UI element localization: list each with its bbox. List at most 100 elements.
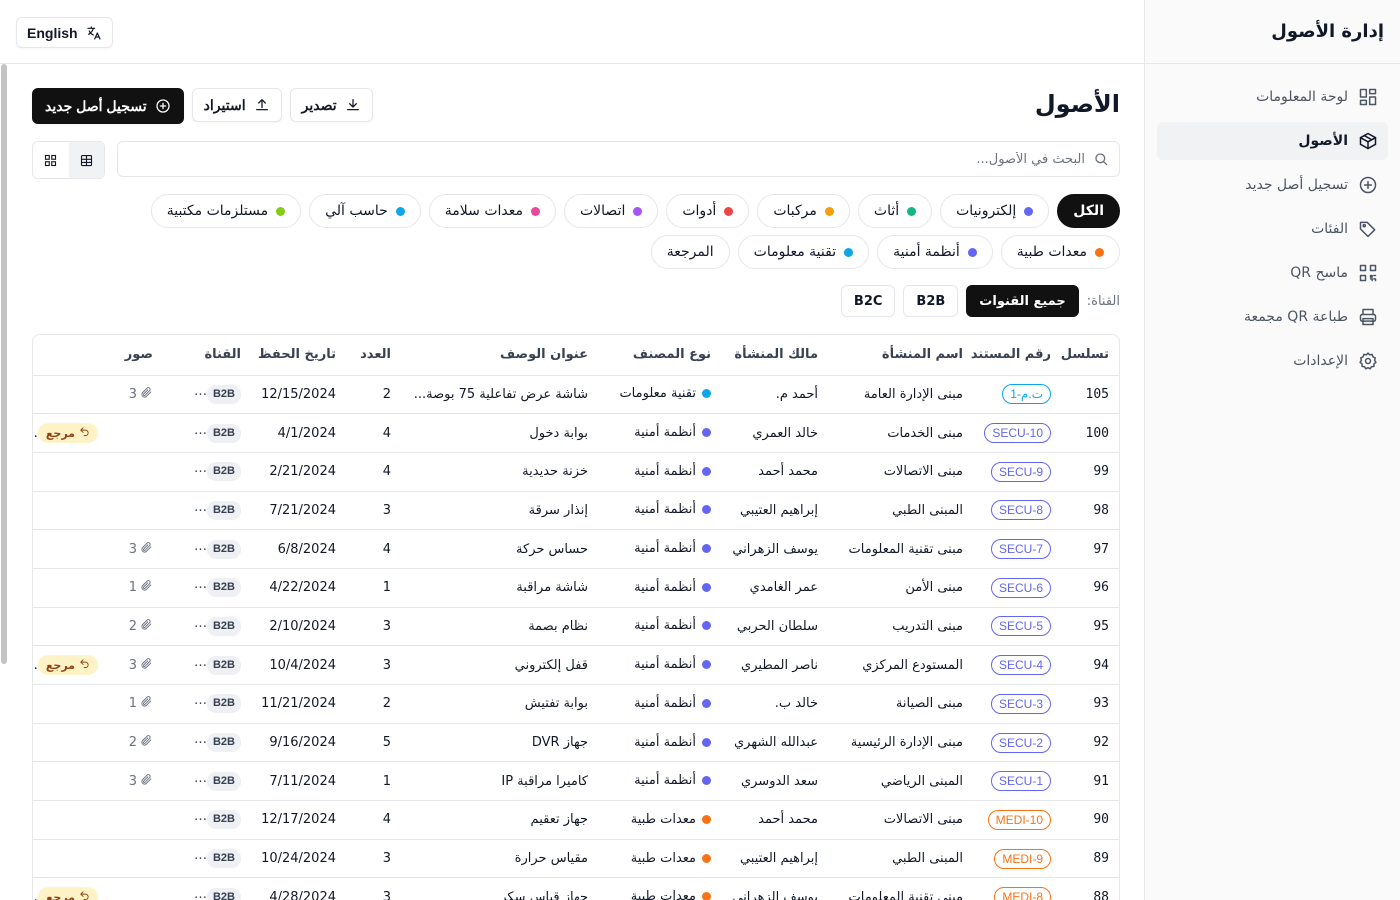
column-header[interactable]: عنوان الوصف: [401, 335, 598, 376]
table-row[interactable]: 89 MEDI-9 المبنى الطبي إبراهيم العتيبي معدات…: [33, 839, 1119, 879]
category-chip[interactable]: معدات سلامة: [428, 194, 556, 228]
document-number-badge[interactable]: SECU-10: [984, 423, 1051, 444]
sidebar-item-categories[interactable]: الفئات: [1157, 210, 1388, 248]
category-cell: أنظمة أمنية: [598, 684, 721, 724]
document-number-badge[interactable]: MEDI-8: [994, 887, 1051, 900]
category-chip[interactable]: أنظمة أمنية: [877, 235, 993, 269]
category-chip[interactable]: مستلزمات مكتبية: [150, 194, 302, 228]
column-header[interactable]: مالك المنشأة: [721, 335, 828, 376]
photos-count[interactable]: 3: [129, 773, 153, 790]
facility-name: مبنى تقنية المعلومات: [848, 889, 963, 900]
serial-number: 92: [1093, 735, 1109, 751]
column-header[interactable]: القناة: [163, 335, 251, 376]
photos-count[interactable]: 3: [129, 657, 153, 674]
category-name: أنظمة أمنية: [634, 773, 696, 789]
sidebar-item-bulk-qr[interactable]: طباعة QR مجمعة: [1157, 298, 1388, 336]
quantity: 4: [382, 425, 391, 441]
table-row[interactable]: 97 SECU-7 مبنى تقنية المعلومات يوسف الزهران…: [33, 529, 1119, 569]
category-chip[interactable]: حاسب آلي: [309, 194, 421, 228]
description-title: جهاز قياس سكر: [500, 889, 588, 900]
search-field[interactable]: [117, 141, 1120, 177]
table-row[interactable]: 95 SECU-5 مبنى التدريب سلطان الحربي أنظمة أم…: [33, 607, 1119, 647]
category-name: أنظمة أمنية: [634, 734, 696, 750]
column-header[interactable]: صور: [108, 335, 163, 376]
table-row[interactable]: 92 SECU-2 مبنى الإدارة الرئيسية عبدالله الش…: [33, 723, 1119, 763]
table-row[interactable]: 93 SECU-3 مبنى الصيانة خالد ب. أنظمة أمنية بو…: [33, 684, 1119, 724]
document-number-badge[interactable]: ت.م-1: [1002, 384, 1051, 405]
category-cell: معدات طبية: [598, 839, 721, 879]
search-input[interactable]: [185, 151, 1085, 167]
document-number-badge[interactable]: SECU-4: [990, 655, 1051, 676]
photos-number: 3: [128, 657, 137, 673]
document-number-badge[interactable]: SECU-8: [990, 500, 1051, 521]
table-row[interactable]: 88 MEDI-8 مبنى تقنية المعلومات يوسف الزهران…: [33, 877, 1119, 900]
register-asset-button[interactable]: تسجيل أصل جديد: [32, 88, 184, 124]
table-row[interactable]: 98 SECU-8 المبنى الطبي إبراهيم العتيبي أنظمة…: [33, 491, 1119, 531]
channel-option-b2b[interactable]: B2B: [903, 285, 959, 317]
photos-number: 3: [128, 386, 137, 402]
column-header[interactable]: العدد: [346, 335, 401, 376]
category-chip[interactable]: الكل: [1057, 194, 1120, 228]
document-number-badge[interactable]: MEDI-9: [994, 848, 1051, 869]
document-number-badge[interactable]: MEDI-10: [987, 809, 1051, 830]
table-row[interactable]: 94 SECU-4 المستودع المركزي ناصر المطيري أنظم…: [33, 645, 1119, 685]
category-chip[interactable]: اتصالات: [564, 194, 659, 228]
column-header[interactable]: تسلسل: [1061, 335, 1119, 376]
document-number-badge[interactable]: SECU-5: [990, 616, 1051, 637]
channel-option-all[interactable]: جميع القنوات: [966, 285, 1079, 317]
table-row[interactable]: 99 SECU-9 مبنى الاتصالات محمد أحمد أنظمة أمن…: [33, 452, 1119, 492]
table-view-button[interactable]: [68, 142, 104, 178]
table-row[interactable]: 91 SECU-1 المبنى الرياضي سعد الدوسري أنظمة أ…: [33, 761, 1119, 802]
channel-cell: B2BB2C: [163, 761, 251, 802]
sidebar-item-dashboard[interactable]: لوحة المعلومات: [1157, 78, 1388, 116]
column-header[interactable]: [33, 335, 108, 376]
save-date: 2/10/2024: [269, 618, 336, 634]
document-number-badge[interactable]: SECU-1: [990, 771, 1051, 792]
import-button[interactable]: استيراد: [191, 88, 282, 122]
table-row[interactable]: 90 MEDI-10 مبنى الاتصالات محمد أحمد معدات طب…: [33, 800, 1119, 840]
category-chip[interactable]: تقنية معلومات: [737, 235, 870, 269]
category-chip[interactable]: أثاث: [857, 194, 933, 228]
scrollbar[interactable]: [0, 64, 8, 664]
column-header[interactable]: نوع المصنف: [598, 335, 721, 376]
column-header[interactable]: رقم المستند: [971, 335, 1061, 376]
document-number-badge[interactable]: SECU-3: [990, 693, 1051, 714]
category-chip[interactable]: معدات طبية: [1000, 235, 1120, 269]
save-date: 9/16/2024: [269, 735, 336, 751]
category-chip[interactable]: المرجعة: [650, 235, 730, 269]
category-chip[interactable]: إلكترونيات: [940, 194, 1050, 228]
grid-view-button[interactable]: [33, 142, 69, 178]
table-row[interactable]: 96 SECU-6 مبنى الأمن عمر الغامدي أنظمة أمنية…: [33, 568, 1119, 608]
category-chip[interactable]: مركبات: [757, 194, 850, 228]
sidebar-item-qr-scanner[interactable]: ماسح QR: [1157, 254, 1388, 292]
quantity: 3: [382, 618, 391, 634]
channel-option-b2c[interactable]: B2C: [840, 285, 896, 317]
sidebar-item-register[interactable]: تسجيل أصل جديد: [1157, 166, 1388, 204]
column-header[interactable]: تاريخ الحفظ: [251, 335, 346, 376]
facility-owner-cell: محمد أحمد: [721, 800, 828, 840]
photos-count[interactable]: 3: [129, 386, 153, 403]
photos-count[interactable]: 1: [129, 695, 153, 712]
column-header[interactable]: اسم المنشأة: [828, 335, 973, 376]
document-number-badge[interactable]: SECU-9: [990, 461, 1051, 482]
table-row[interactable]: 100 SECU-10 مبنى الخدمات خالد العمري أنظمة أ…: [33, 413, 1119, 453]
photos-count[interactable]: 3: [129, 541, 153, 558]
photos-number: 3: [128, 541, 137, 557]
description-cell: مقياس حرارة: [401, 839, 598, 879]
language-switch-button[interactable]: English: [16, 17, 113, 48]
export-button[interactable]: تصدير: [289, 88, 373, 122]
document-number-badge[interactable]: SECU-2: [990, 732, 1051, 753]
scrollbar-thumb[interactable]: [1, 64, 7, 664]
category-name: أنظمة أمنية: [634, 695, 696, 711]
category-chip[interactable]: أدوات: [666, 194, 750, 228]
photos-count[interactable]: 2: [129, 618, 153, 635]
photos-number: 1: [128, 696, 137, 712]
photos-cell: [108, 452, 163, 492]
sidebar-item-assets[interactable]: الأصول: [1157, 122, 1388, 160]
document-number-badge[interactable]: SECU-7: [990, 539, 1051, 560]
table-row[interactable]: 105 ت.م-1 مبنى الإدارة العامة أحمد م. تقنية …: [33, 375, 1119, 415]
photos-count[interactable]: 1: [129, 579, 153, 596]
document-number-badge[interactable]: SECU-6: [990, 577, 1051, 598]
photos-count[interactable]: 2: [129, 734, 153, 751]
sidebar-item-settings[interactable]: الإعدادات: [1157, 342, 1388, 380]
